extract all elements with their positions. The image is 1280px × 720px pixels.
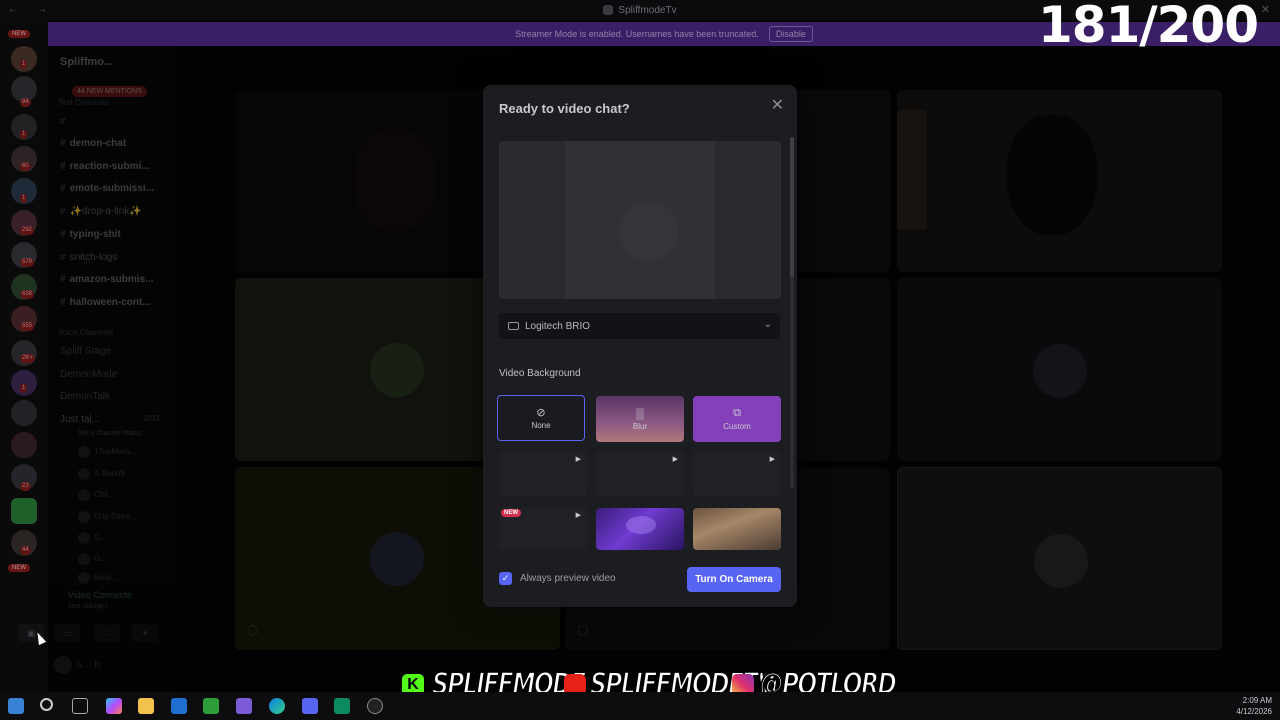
server-badge: 555 (20, 322, 35, 331)
server-badge: 638 (20, 290, 35, 299)
server-badge: 1 (20, 384, 28, 393)
modal-scrollbar[interactable] (790, 137, 794, 489)
overlay-counter: 181/200 (1037, 0, 1259, 54)
background-preset[interactable]: ▶ (596, 451, 684, 497)
custom-image-icon: ⧉ (733, 407, 741, 419)
store-icon[interactable] (203, 698, 219, 714)
app-icon[interactable] (236, 698, 252, 714)
disable-streamer-mode-button[interactable]: Disable (768, 26, 813, 42)
always-preview-label[interactable]: Always preview video (520, 573, 616, 584)
scrollbar-thumb[interactable] (790, 137, 794, 277)
background-option-custom[interactable]: ⧉ Custom (693, 396, 781, 442)
play-icon: ▶ (575, 456, 581, 463)
always-preview-checkbox[interactable]: ✓ (499, 572, 512, 585)
video-background-heading: Video Background (499, 368, 581, 379)
server-badge: 292 (20, 226, 35, 235)
background-preset[interactable]: ▶ (499, 451, 587, 497)
background-option-none[interactable]: ⊘ None (497, 395, 585, 441)
turn-on-camera-button[interactable]: Turn On Camera (687, 567, 781, 592)
background-preset-scene[interactable] (693, 508, 781, 550)
server-icon[interactable] (11, 400, 37, 426)
blur-icon: ▒ (636, 407, 644, 420)
copilot-icon[interactable] (106, 698, 122, 714)
search-icon[interactable] (40, 698, 53, 711)
system-clock[interactable]: 2:09 AM 4/12/2026 (1236, 695, 1272, 717)
new-tag: NEW (501, 509, 521, 517)
background-preset[interactable]: NEW ▶ (499, 507, 587, 550)
server-badge: 2K+ (20, 354, 35, 363)
chevron-down-icon: ⌄ (763, 319, 772, 330)
windows-start-icon[interactable] (8, 698, 24, 714)
background-preset[interactable]: ▶ (693, 451, 781, 497)
close-icon[interactable]: ✕ (771, 95, 784, 115)
video-chat-modal: Ready to video chat? ✕ Logitech BRIO ⌄ V… (483, 85, 797, 607)
none-icon: ⊘ (536, 407, 546, 419)
window-close-icon[interactable]: ✕ (1261, 3, 1270, 16)
camera-icon (508, 322, 519, 330)
play-icon: ▶ (769, 456, 775, 463)
nav-arrows[interactable]: ← → (8, 4, 55, 15)
preview-ghost (619, 201, 679, 261)
background-preset-space[interactable] (596, 508, 684, 550)
server-badge: 94 (20, 98, 31, 107)
modal-title: Ready to video chat? (499, 101, 630, 116)
server-badge: 1 (20, 130, 28, 139)
option-label: Blur (632, 421, 648, 431)
obs-icon[interactable] (367, 698, 383, 714)
server-badge: 60 (20, 162, 31, 171)
play-icon: ▶ (672, 456, 678, 463)
server-badge: 23 (20, 482, 31, 491)
option-label: None (531, 421, 551, 430)
window-title: SpliffmodeTv (618, 4, 677, 16)
app-logo-icon (603, 5, 614, 15)
file-explorer-icon[interactable] (138, 698, 154, 714)
clock-date: 4/12/2026 (1236, 707, 1272, 716)
modal-footer: ✓ Always preview video Turn On Camera (483, 555, 797, 607)
background-option-blur[interactable]: ▒ Blur (596, 396, 684, 442)
server-badge: 1 (20, 194, 28, 203)
new-pill-bottom: NEW (8, 564, 30, 572)
kick-server-icon[interactable] (11, 498, 37, 524)
play-icon: ▶ (575, 512, 581, 519)
camera-select[interactable]: Logitech BRIO ⌄ (499, 313, 780, 339)
server-badge: 579 (20, 258, 35, 267)
server-icon[interactable] (11, 432, 37, 458)
server-badge: 44 (20, 546, 31, 555)
option-label: Custom (723, 422, 751, 431)
edge-icon[interactable] (269, 698, 285, 714)
app-icon[interactable] (334, 698, 350, 714)
discord-icon[interactable] (302, 698, 318, 714)
camera-preview (499, 141, 781, 299)
taskbar: 2:09 AM 4/12/2026 (0, 692, 1280, 720)
camera-select-value: Logitech BRIO (525, 320, 591, 332)
server-badge: 1 (20, 60, 28, 69)
outlook-icon[interactable] (171, 698, 187, 714)
server-rail: NEW 1 94 1 60 1 292 579 638 555 2K+ 1 23… (0, 20, 48, 692)
task-view-icon[interactable] (72, 698, 88, 714)
banner-text: Streamer Mode is enabled. Usernames have… (515, 29, 759, 39)
new-pill-top: NEW (8, 30, 30, 38)
clock-time: 2:09 AM (1242, 696, 1272, 705)
